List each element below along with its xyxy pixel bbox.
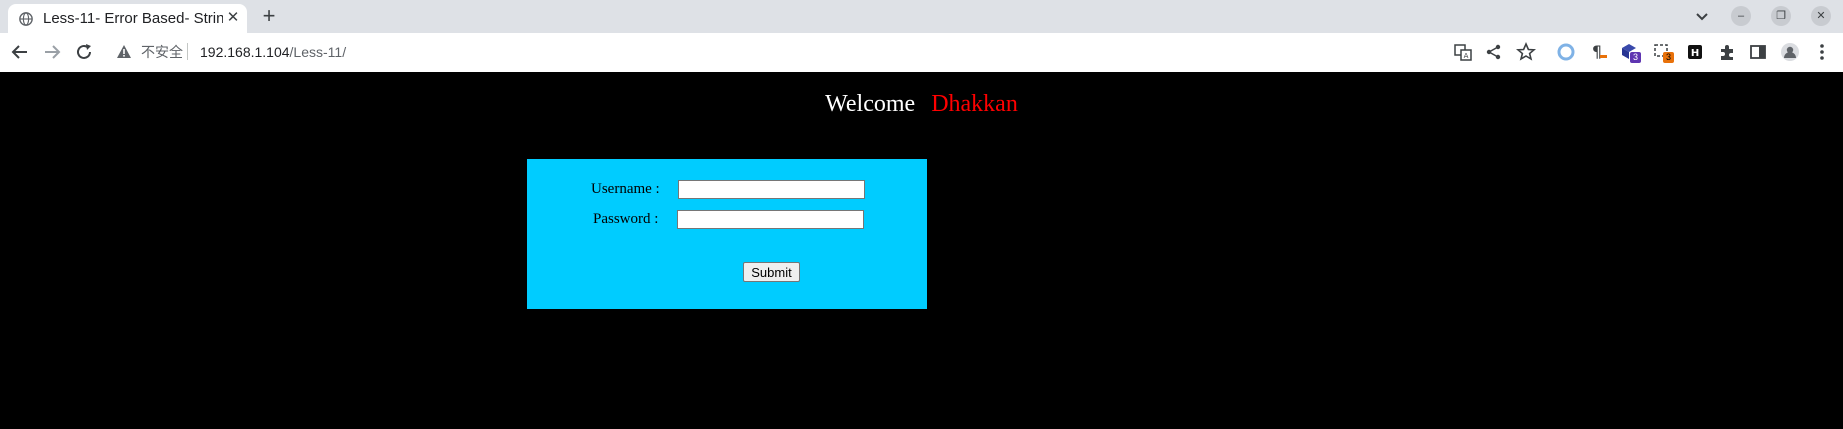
translate-icon[interactable]: A	[1453, 42, 1473, 62]
extension-cube[interactable]: 3	[1620, 42, 1641, 63]
password-input[interactable]	[677, 210, 864, 229]
reload-icon[interactable]	[73, 41, 95, 63]
welcome-text: Welcome	[825, 91, 916, 117]
globe-icon	[19, 12, 33, 26]
svg-text:¶: ¶	[1592, 42, 1602, 61]
welcome-heading: Welcome Dhakkan	[0, 90, 1843, 118]
login-panel: Username : Password : Submit	[527, 159, 927, 309]
browser-chrome: Less-11- Error Based- String ✕ + – ❐ ✕ 不…	[0, 0, 1843, 72]
svg-text:H: H	[1691, 48, 1699, 59]
username-label: Username :	[591, 181, 660, 197]
extension-badge: 3	[1630, 52, 1641, 63]
share-icon[interactable]	[1484, 42, 1504, 62]
extension-h-icon[interactable]: H	[1685, 42, 1705, 62]
restore-button[interactable]: ❐	[1771, 6, 1791, 26]
submit-button[interactable]: Submit	[743, 262, 800, 282]
minimize-button[interactable]: –	[1731, 6, 1751, 26]
profile-avatar-icon[interactable]	[1780, 42, 1800, 62]
star-icon[interactable]	[1516, 42, 1536, 62]
side-panel-icon[interactable]	[1748, 42, 1768, 62]
back-icon[interactable]	[9, 41, 31, 63]
warning-icon[interactable]	[116, 44, 132, 60]
user-name: Dhakkan	[931, 91, 1018, 117]
browser-toolbar: 不安全 192.168.1.104/Less-11/ A ¶ 3 3 H	[0, 33, 1843, 72]
close-window-button[interactable]: ✕	[1811, 6, 1831, 26]
username-input[interactable]	[678, 180, 865, 199]
tab-title: Less-11- Error Based- String	[43, 10, 223, 27]
tab-strip: Less-11- Error Based- String ✕ + – ❐ ✕	[0, 0, 1843, 33]
kebab-menu-icon[interactable]	[1812, 42, 1832, 62]
puzzle-icon[interactable]	[1717, 42, 1737, 62]
security-label[interactable]: 不安全	[141, 44, 183, 61]
url-host: 192.168.1.104	[200, 44, 290, 60]
chevron-down-icon[interactable]	[1692, 6, 1712, 26]
password-label: Password :	[593, 211, 659, 227]
extension-circle-icon[interactable]	[1556, 42, 1576, 62]
active-tab[interactable]: Less-11- Error Based- String ✕	[8, 4, 247, 33]
address-url[interactable]: 192.168.1.104/Less-11/	[200, 44, 346, 61]
extension-scan[interactable]: 3	[1653, 42, 1674, 63]
extension-badge: 3	[1663, 52, 1674, 63]
page-content: Welcome Dhakkan Username : Password : Sub…	[0, 72, 1843, 429]
url-path: /Less-11/	[289, 44, 347, 60]
extension-pilcrow-icon[interactable]: ¶	[1588, 42, 1608, 62]
forward-icon[interactable]	[41, 41, 63, 63]
address-separator	[187, 43, 188, 60]
tab-close-icon[interactable]: ✕	[224, 9, 242, 27]
new-tab-button[interactable]: +	[258, 5, 280, 28]
svg-text:A: A	[1464, 52, 1469, 60]
